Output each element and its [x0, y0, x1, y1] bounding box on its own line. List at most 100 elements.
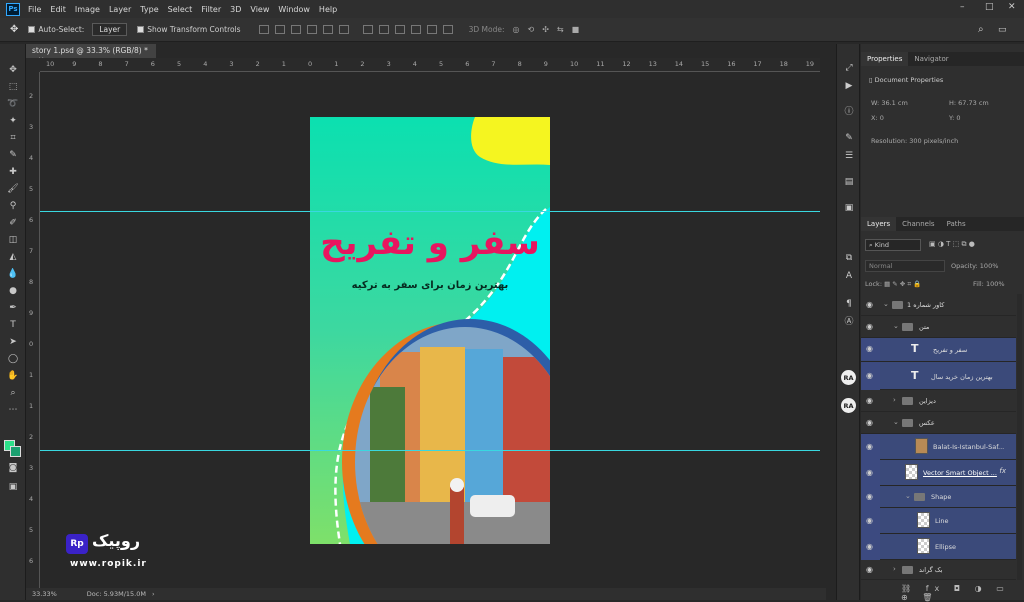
close-icon[interactable]: ✕: [1008, 2, 1016, 12]
visibility-eye-icon[interactable]: ◉: [866, 344, 876, 354]
tab-navigator[interactable]: Navigator: [908, 52, 954, 66]
layer-row-line[interactable]: ◉ Line: [861, 508, 1016, 534]
lock-icons[interactable]: ▦ ✎ ✥ ⌗ 🔒: [884, 280, 921, 288]
visibility-box[interactable]: ◉: [861, 508, 880, 534]
layer-row-ellipse[interactable]: ◉ Ellipse: [861, 534, 1016, 560]
libraries-icon[interactable]: ▣: [842, 202, 856, 214]
crop-tool-icon[interactable]: ⌗: [6, 132, 20, 144]
magic-wand-icon[interactable]: ✦: [6, 115, 20, 127]
lasso-tool-icon[interactable]: ➰: [6, 98, 20, 110]
search-icon[interactable]: ⌕: [978, 24, 984, 35]
auto-select-checkbox[interactable]: [28, 26, 36, 33]
visibility-box[interactable]: ◉: [861, 338, 880, 360]
menu-select[interactable]: Select: [168, 5, 193, 14]
ellipse-tool-icon[interactable]: ◯: [6, 353, 20, 365]
menu-view[interactable]: View: [250, 5, 269, 14]
align-top-icon[interactable]: [258, 25, 269, 34]
distribute-center-icon[interactable]: [426, 25, 437, 34]
status-arrow-icon[interactable]: ›: [152, 590, 155, 598]
layers-bottom-toolbar[interactable]: ⛓ fx ◘ ◑ ▭ ⊕ 🗑: [901, 584, 1024, 602]
roll-3d-icon[interactable]: ⟲: [527, 25, 534, 34]
distribute-right-icon[interactable]: [442, 25, 453, 34]
align-right-icon[interactable]: [338, 25, 349, 34]
type-tool-icon[interactable]: T: [6, 319, 20, 331]
eyedropper-icon[interactable]: ✎: [6, 149, 20, 161]
background-color-swatch[interactable]: [10, 446, 21, 457]
blur-tool-icon[interactable]: 💧: [6, 268, 20, 280]
layer-row-vector-smart[interactable]: ◉ Vector Smart Object ... fx: [861, 460, 1016, 486]
dodge-tool-icon[interactable]: ●: [6, 285, 20, 297]
transform-controls-checkbox[interactable]: [137, 26, 145, 33]
tab-layers[interactable]: Layers: [861, 217, 897, 231]
orbit-3d-icon[interactable]: ◎: [513, 25, 520, 34]
kind-filter-dropdown[interactable]: ⌕ Kind: [865, 239, 921, 251]
x-value[interactable]: 0: [880, 114, 884, 122]
distribute-left-icon[interactable]: [410, 25, 421, 34]
visibility-eye-icon[interactable]: ◉: [866, 396, 876, 406]
layer-row-title-text[interactable]: ◉ T سفر و تفریح: [861, 338, 1016, 362]
guide-line-bottom[interactable]: [40, 450, 820, 451]
document-tab[interactable]: story 1.psd @ 33.3% (RGB/8) * ×: [26, 44, 156, 64]
brushes-icon[interactable]: ✎: [842, 132, 856, 144]
visibility-eye-icon[interactable]: ◉: [866, 322, 876, 332]
fx-badge[interactable]: fx: [999, 467, 1006, 475]
history-brush-icon[interactable]: ✐: [6, 217, 20, 229]
layer-row-balat-photo[interactable]: ◉ Balat-Is-Istanbul-Saf...: [861, 434, 1016, 460]
doc-info[interactable]: Doc: 5.93M/15.0M: [87, 590, 146, 598]
workspace-icon[interactable]: ▭: [998, 25, 1007, 35]
distribute-top-icon[interactable]: [362, 25, 373, 34]
zoom-tool-icon[interactable]: ⌕: [6, 387, 20, 399]
visibility-eye-icon[interactable]: ◉: [866, 468, 876, 478]
tab-channels[interactable]: Channels: [896, 217, 940, 231]
visibility-box[interactable]: ◉: [861, 534, 880, 560]
distribute-middle-icon[interactable]: [378, 25, 389, 34]
minimize-icon[interactable]: –: [960, 2, 965, 12]
more-tools-icon[interactable]: ⋯: [6, 404, 20, 416]
healing-brush-icon[interactable]: ✚: [6, 166, 20, 178]
paint-bucket-icon[interactable]: ◭: [6, 251, 20, 263]
visibility-eye-icon[interactable]: ◉: [866, 516, 876, 526]
adjustments-icon[interactable]: ☰: [842, 150, 856, 162]
actions-icon[interactable]: ▶: [842, 80, 856, 92]
visibility-box[interactable]: ◉: [861, 362, 880, 390]
screen-mode-icon[interactable]: ▣: [6, 481, 20, 493]
distribute-bottom-icon[interactable]: [394, 25, 405, 34]
align-middle-icon[interactable]: [274, 25, 285, 34]
history-icon[interactable]: ⤢: [842, 62, 856, 74]
layer-filter-icons[interactable]: ▣ ◑ T ⬚ ⧉ ●: [929, 240, 975, 249]
clone-stamp-icon[interactable]: ⚲: [6, 200, 20, 212]
expand-arrow-icon[interactable]: ⌄: [893, 418, 899, 426]
menu-file[interactable]: File: [28, 5, 41, 14]
menu-image[interactable]: Image: [75, 5, 100, 14]
visibility-eye-icon[interactable]: ◉: [866, 542, 876, 552]
ruler-origin[interactable]: [26, 58, 40, 72]
height-value[interactable]: 67.73 cm: [958, 99, 989, 107]
visibility-eye-icon[interactable]: ◉: [866, 371, 876, 381]
expand-arrow-icon[interactable]: ⌄: [893, 322, 899, 330]
paragraph-icon[interactable]: ¶: [842, 298, 856, 310]
scale-3d-icon[interactable]: ■: [572, 25, 580, 34]
visibility-eye-icon[interactable]: ◉: [866, 442, 876, 452]
marquee-tool-icon[interactable]: ⬚: [6, 81, 20, 93]
move-tool-icon[interactable]: ✥: [6, 64, 20, 76]
collapse-arrow-icon[interactable]: ›: [893, 565, 896, 573]
align-left-icon[interactable]: [306, 25, 317, 34]
expand-arrow-icon[interactable]: ⌄: [883, 300, 889, 308]
character-icon[interactable]: A: [842, 270, 856, 282]
auto-select-dropdown[interactable]: Layer: [92, 23, 128, 36]
quick-mask-icon[interactable]: ◙: [6, 462, 20, 474]
maximize-icon[interactable]: □: [985, 2, 994, 12]
layer-row-design[interactable]: ◉ › دیزاین: [861, 390, 1016, 412]
menu-3d[interactable]: 3D: [230, 5, 241, 14]
blend-mode-dropdown[interactable]: Normal: [865, 260, 945, 272]
y-value[interactable]: 0: [956, 114, 960, 122]
brush-tool-icon[interactable]: 🖌: [6, 183, 20, 195]
collapse-arrow-icon[interactable]: ›: [893, 396, 896, 404]
clone-source-icon[interactable]: ⧉: [842, 252, 856, 264]
layer-row-background[interactable]: ◉ › بک گراند: [861, 560, 1016, 580]
layer-row-photo-group[interactable]: ◉ ⌄ عکس: [861, 412, 1016, 434]
visibility-eye-icon[interactable]: ◉: [866, 300, 876, 310]
menu-window[interactable]: Window: [278, 5, 310, 14]
layer-row-subtitle-text[interactable]: ◉ T بهترین زمان خرید سال: [861, 362, 1016, 390]
visibility-box[interactable]: ◉: [861, 460, 880, 486]
